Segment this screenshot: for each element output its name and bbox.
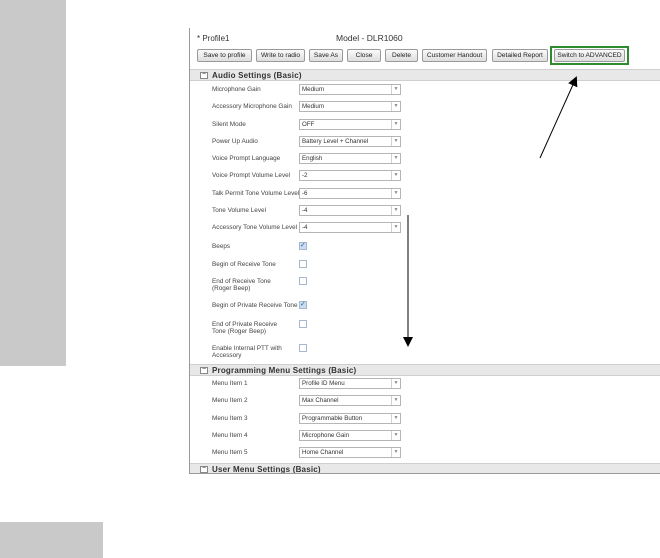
annotation-arrows xyxy=(403,76,578,347)
arrow-to-advanced-icon xyxy=(539,76,578,159)
